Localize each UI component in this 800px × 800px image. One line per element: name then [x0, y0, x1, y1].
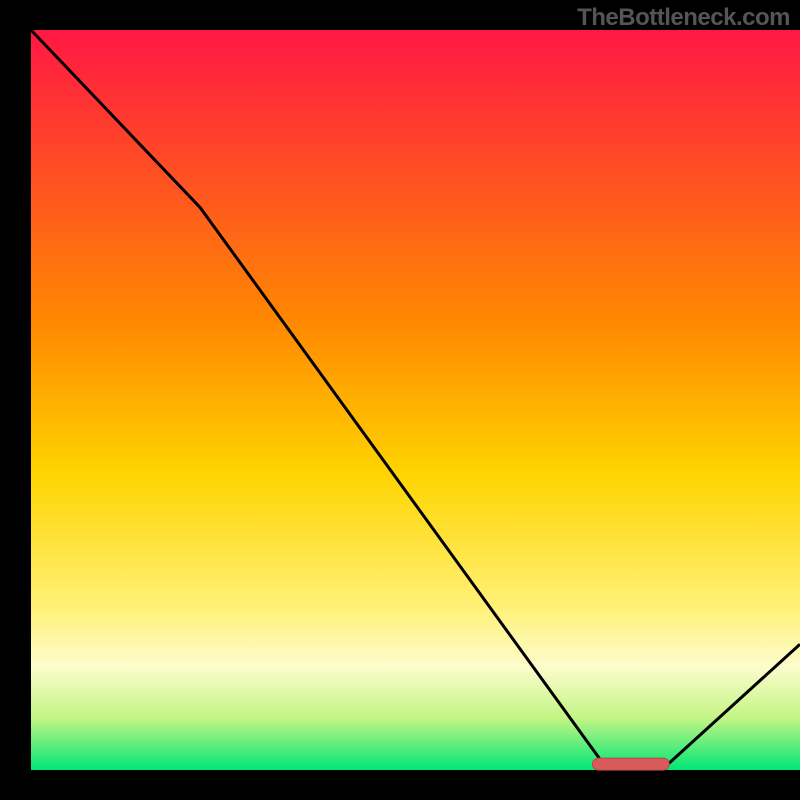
optimal-range-marker — [592, 758, 669, 770]
plot-background — [31, 30, 800, 770]
bottleneck-chart — [0, 0, 800, 800]
y-axis — [0, 30, 31, 800]
watermark-text: TheBottleneck.com — [577, 4, 790, 32]
chart-container: TheBottleneck.com — [0, 0, 800, 800]
x-axis — [0, 770, 800, 800]
